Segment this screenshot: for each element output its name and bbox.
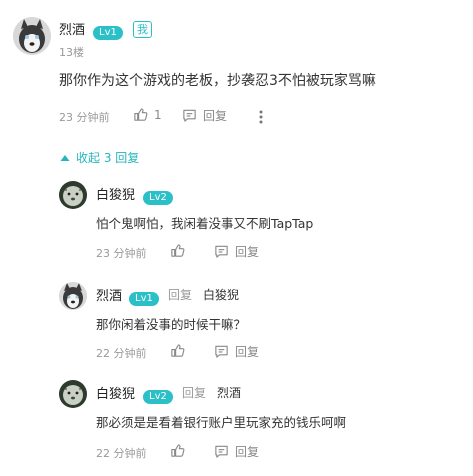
reply-label: 回复 — [235, 345, 260, 359]
snow-leopard-avatar-icon — [59, 380, 87, 408]
reply-label: 回复 — [203, 109, 228, 123]
comment-icon — [215, 345, 228, 358]
reply-label: 回复 — [235, 445, 260, 459]
reply-time: 22 分钟前 — [96, 447, 147, 460]
avatar[interactable] — [59, 181, 87, 209]
thumbs-up-icon — [134, 108, 148, 121]
comment-icon — [183, 109, 196, 122]
level-badge: Lv2 — [143, 191, 173, 205]
level-badge: Lv2 — [143, 390, 173, 404]
comment-icon — [215, 445, 228, 458]
floor-number: 13楼 — [59, 46, 84, 59]
thumbs-up-icon — [171, 344, 185, 357]
comment-time: 23 分钟前 — [59, 111, 110, 124]
reply-time: 23 分钟前 — [96, 247, 147, 260]
reply-label: 回复 — [235, 245, 260, 259]
caret-up-icon — [60, 154, 70, 161]
like-button[interactable]: 1 — [133, 107, 162, 122]
more-options-icon[interactable] — [259, 109, 263, 124]
reply-to-user[interactable]: 烈酒 — [217, 384, 241, 401]
avatar[interactable] — [59, 380, 87, 408]
comment-icon — [215, 245, 228, 258]
thumbs-up-icon — [171, 244, 185, 257]
reply-button[interactable]: 回复 — [214, 243, 259, 260]
reply-word: 回复 — [168, 288, 193, 302]
collapse-replies-button[interactable]: 收起 3 回复 — [60, 149, 139, 166]
snow-leopard-avatar-icon — [59, 181, 87, 209]
collapse-label: 收起 3 回复 — [76, 151, 140, 165]
comment-content: 那你作为这个游戏的老板，抄袭忍3不怕被玩家骂嘛 — [59, 73, 376, 89]
reply-content: 怕个鬼啊怕，我闲着没事又不刷TapTap — [96, 216, 314, 231]
username[interactable]: 白狻猊 — [96, 184, 135, 203]
level-badge: Lv1 — [93, 26, 123, 40]
username[interactable]: 烈酒 — [59, 19, 85, 38]
avatar[interactable] — [13, 17, 51, 55]
reply-button[interactable]: 回复 — [214, 443, 259, 460]
reply-button[interactable]: 回复 — [214, 343, 259, 360]
reply-content: 那必须是是看着银行账户里玩家充的钱乐呵啊 — [96, 415, 347, 430]
reply-button[interactable]: 回复 — [182, 107, 227, 124]
reply-word: 回复 — [182, 386, 207, 400]
reply-to-user[interactable]: 白狻猊 — [203, 286, 239, 303]
like-button[interactable] — [170, 443, 191, 458]
husky-avatar-icon — [13, 17, 51, 55]
husky-avatar-icon — [59, 282, 87, 310]
level-badge: Lv1 — [129, 292, 159, 306]
username[interactable]: 白狻猊 — [96, 383, 135, 402]
like-button[interactable] — [170, 343, 191, 358]
like-button[interactable] — [170, 243, 191, 258]
username[interactable]: 烈酒 — [96, 285, 122, 304]
reply-content: 那你闲着没事的时候干嘛？ — [96, 317, 247, 332]
like-count: 1 — [154, 107, 162, 122]
thumbs-up-icon — [171, 444, 185, 457]
reply-time: 22 分钟前 — [96, 347, 147, 360]
avatar[interactable] — [59, 282, 87, 310]
me-badge: 我 — [133, 21, 152, 38]
